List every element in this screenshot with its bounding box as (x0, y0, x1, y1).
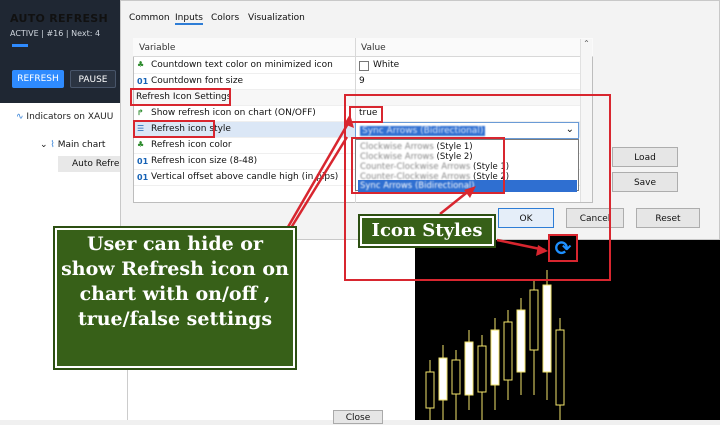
candle-body (464, 341, 474, 396)
highlight-true (349, 106, 383, 123)
candle-body (490, 329, 500, 386)
candle-body (425, 371, 435, 409)
candle-body (503, 321, 513, 381)
arrow-head (536, 245, 548, 256)
candle-body (451, 359, 461, 395)
highlight-options (351, 137, 505, 194)
hide-show-callout-text: User can hide or show Refresh icon on ch… (61, 233, 289, 330)
highlight-section (130, 88, 231, 106)
icon-styles-callout: Icon Styles (358, 214, 496, 248)
candle-body (529, 289, 539, 351)
candle-body (516, 309, 526, 373)
candle-body (438, 357, 448, 401)
candles (425, 270, 565, 420)
candle-body (542, 284, 552, 373)
highlight-style-row (133, 120, 215, 138)
candle-body (477, 345, 487, 393)
refresh-chart-icon: ⟳ (548, 234, 578, 262)
candle-body (555, 329, 565, 406)
